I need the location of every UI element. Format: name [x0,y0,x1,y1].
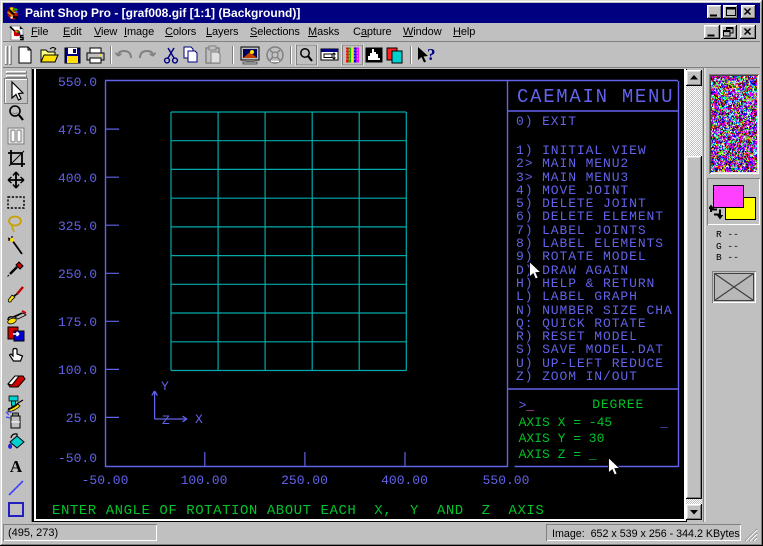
svg-text:?: ? [427,45,436,64]
svg-text:A: A [10,457,23,476]
